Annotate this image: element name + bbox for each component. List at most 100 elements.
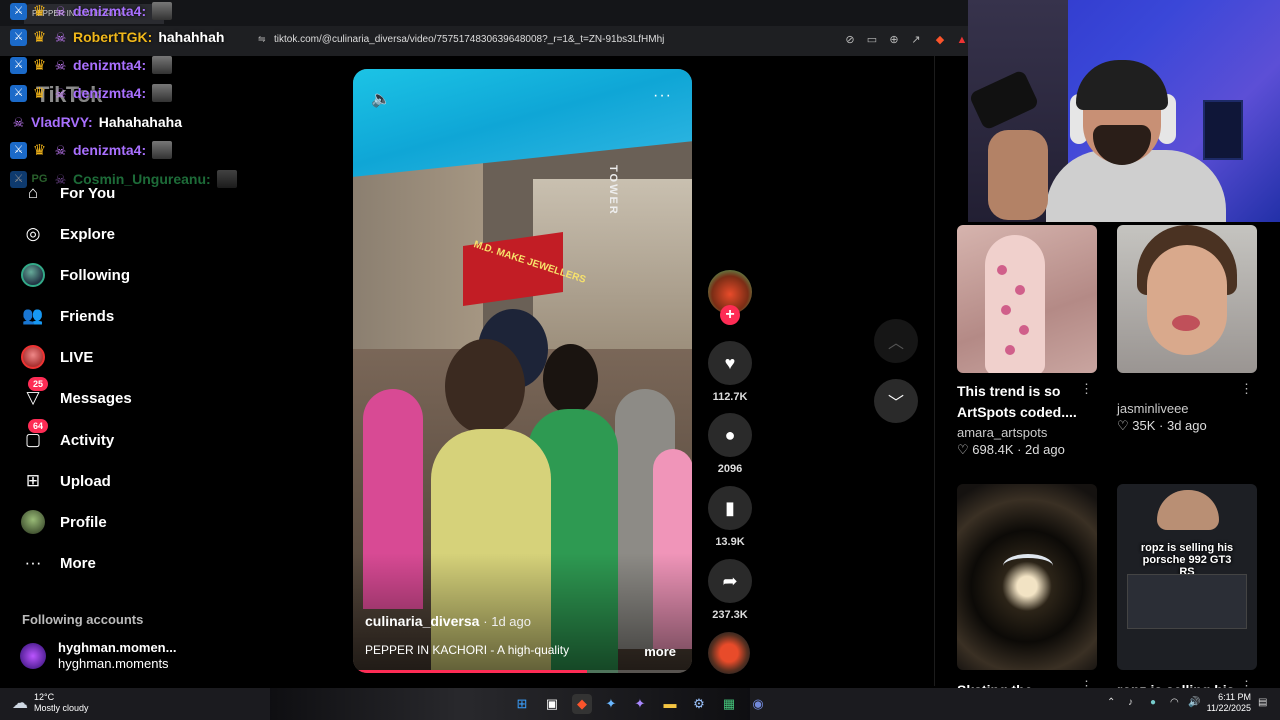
following-account-item[interactable]: hyghman.momen... hyghman.moments xyxy=(20,640,176,672)
notification-icon[interactable]: ▤ xyxy=(1258,697,1267,708)
like-button[interactable]: ♥ 112.7K xyxy=(708,341,752,403)
subscriber-badge-icon: ☠ xyxy=(54,171,67,187)
video-thumbnail[interactable] xyxy=(1117,225,1257,373)
sidebar-item-messages[interactable]: ▽ 25 Messages xyxy=(20,377,132,413)
heart-outline-icon: ♡ xyxy=(957,442,969,457)
sidebar-item-explore[interactable]: ◎ Explore xyxy=(20,219,115,249)
clock-time: 6:11 PM xyxy=(1218,692,1251,702)
pg-badge-icon: PG xyxy=(31,172,48,185)
chat-username: denizmta4: xyxy=(73,142,147,158)
chat-username: denizmta4: xyxy=(73,57,147,73)
recommended-video-card[interactable]: ⋮ jasminliveee ♡ 35K · 3d ago xyxy=(1117,225,1257,434)
brave-shield-icon[interactable]: ◆ xyxy=(932,32,948,48)
caption-more-button[interactable]: more xyxy=(644,644,676,659)
card-meta: ♡ 35K · 3d ago xyxy=(1117,418,1207,433)
chat-message: ⚔ ♛ ☠ denizmta4: xyxy=(10,82,173,104)
sidebar-item-more[interactable]: ··· More xyxy=(20,548,96,578)
video-player[interactable]: M.D. MAKE JEWELLERS TOWER 🔈 ··· culinari… xyxy=(353,69,692,673)
chat-message: ⚔ ♛ ☠ denizmta4: xyxy=(10,54,173,76)
cast-icon[interactable]: ▭ xyxy=(864,32,880,48)
card-likes: 35K xyxy=(1132,418,1156,433)
address-bar[interactable]: ⇋ tiktok.com/@culinaria_diversa/video/757… xyxy=(258,30,838,50)
chat-message: ☠ VladRVY: Hahahahaha xyxy=(10,111,182,133)
video-caption: PEPPER IN KACHORI - A high-quality xyxy=(365,643,570,657)
system-clock[interactable]: 6:11 PM 11/22/2025 xyxy=(1203,692,1251,714)
share-button[interactable]: ➦ 237.3K xyxy=(708,559,752,621)
zoom-icon[interactable]: ⊕ xyxy=(886,32,902,48)
screen: PEPPER IN KACHORI - A × ⇋tiktok.com/@cul… xyxy=(0,0,1280,720)
video-thumbnail[interactable] xyxy=(957,225,1097,373)
comment-button[interactable]: ● 2096 xyxy=(708,413,752,475)
sidebar-item-label: Following xyxy=(60,266,130,284)
excel-icon[interactable]: ▦ xyxy=(719,694,739,714)
tray-overflow-icon[interactable]: ⌃ xyxy=(1107,697,1115,708)
save-count: 13.9K xyxy=(715,536,745,548)
save-button[interactable]: ▮ 13.9K xyxy=(708,486,752,548)
recommended-video-card[interactable]: ropz is selling his porsche 992 GT3 RS r… xyxy=(1117,484,1257,701)
no-tracking-icon[interactable]: ⊘ xyxy=(842,32,858,48)
moderator-badge-icon: ⚔ xyxy=(10,170,27,188)
comment-icon: ● xyxy=(708,413,752,457)
card-title[interactable]: This trend is so ArtSpots coded.... xyxy=(957,381,1087,423)
subscriber-badge-icon: ☠ xyxy=(12,114,25,130)
messages-badge: 25 xyxy=(28,377,49,391)
card-age: 3d ago xyxy=(1166,418,1207,433)
brave-browser-icon[interactable]: ◆ xyxy=(572,694,592,714)
follow-plus-icon[interactable]: + xyxy=(720,305,740,325)
file-explorer-icon[interactable]: ▬ xyxy=(660,694,680,714)
card-user[interactable]: jasminliveee xyxy=(1117,401,1257,416)
video-progress-bar[interactable] xyxy=(353,670,692,673)
plus-square-icon: ⊞ xyxy=(25,471,41,490)
audio-icon[interactable]: ♪ xyxy=(1128,697,1133,708)
recommended-video-card[interactable]: Skating the... ⋮ xyxy=(957,484,1097,701)
activity-badge: 64 xyxy=(28,419,49,433)
music-disc-icon[interactable] xyxy=(708,632,750,674)
video-thumbnail[interactable]: ropz is selling his porsche 992 GT3 RS xyxy=(1117,484,1257,670)
sidebar-item-following[interactable]: Following xyxy=(20,260,130,290)
share-icon[interactable]: ↗ xyxy=(908,32,924,48)
card-options-icon[interactable]: ⋮ xyxy=(1080,381,1093,397)
card-user[interactable]: amara_artspots xyxy=(957,425,1097,440)
chat-message: ⚔ ♛ ☠ denizmta4: xyxy=(10,0,173,22)
sidebar-item-live[interactable]: LIVE xyxy=(20,342,93,372)
network-icon[interactable]: ◠ xyxy=(1170,697,1179,708)
volume-icon[interactable]: 🔈 xyxy=(371,89,391,109)
recommended-video-card[interactable]: This trend is so ArtSpots coded.... ⋮ am… xyxy=(957,225,1097,458)
start-icon[interactable]: ⊞ xyxy=(512,694,532,714)
moderator-badge-icon: ⚔ xyxy=(10,84,27,102)
video-thumbnail[interactable] xyxy=(957,484,1097,670)
chat-username: RobertTGK: xyxy=(73,29,153,45)
ellipsis-icon: ··· xyxy=(24,553,42,572)
previous-video-button[interactable]: ︿ xyxy=(874,319,918,363)
volume-icon[interactable]: 🔊 xyxy=(1188,697,1200,708)
app-icon[interactable]: ✦ xyxy=(630,694,650,714)
sidebar-item-label: Upload xyxy=(60,472,111,490)
moderator-badge-icon: ⚔ xyxy=(10,2,27,20)
chat-icon: ▢ 64 xyxy=(20,419,49,453)
weather-widget[interactable]: ☁ 12°C Mostly cloudy xyxy=(12,692,89,714)
chat-text: Hahahahaha xyxy=(98,114,182,130)
sidebar-item-upload[interactable]: ⊞ Upload xyxy=(20,466,111,496)
sidebar-item-label: Activity xyxy=(60,431,115,449)
task-view-icon[interactable]: ▣ xyxy=(542,694,562,714)
sidebar-item-friends[interactable]: 👥 Friends xyxy=(20,301,114,331)
video-options-icon[interactable]: ··· xyxy=(653,87,672,105)
sidebar-item-activity[interactable]: ▢ 64 Activity xyxy=(20,419,115,455)
heart-icon: ♥ xyxy=(708,341,752,385)
video-person xyxy=(543,344,598,414)
mic-tray-icon[interactable]: ● xyxy=(1150,697,1156,708)
crown-badge-icon: ♛ xyxy=(32,28,47,46)
account-avatar xyxy=(20,643,46,669)
following-accounts-heading: Following accounts xyxy=(22,612,144,627)
moderator-badge-icon: ⚔ xyxy=(10,56,27,74)
sidebar-item-profile[interactable]: Profile xyxy=(20,507,107,537)
card-options-icon[interactable]: ⋮ xyxy=(1240,381,1253,397)
chevron-down-icon: ﹀ xyxy=(887,395,904,412)
video-author[interactable]: culinaria_diversa · 1d ago xyxy=(365,613,531,629)
discord-icon[interactable]: ◉ xyxy=(748,694,768,714)
steam-icon[interactable]: ⚙ xyxy=(689,694,709,714)
chat-username: VladRVY: xyxy=(31,114,93,130)
next-video-button[interactable]: ﹀ xyxy=(874,379,918,423)
copilot-icon[interactable]: ✦ xyxy=(601,694,621,714)
chat-emote xyxy=(152,141,173,159)
